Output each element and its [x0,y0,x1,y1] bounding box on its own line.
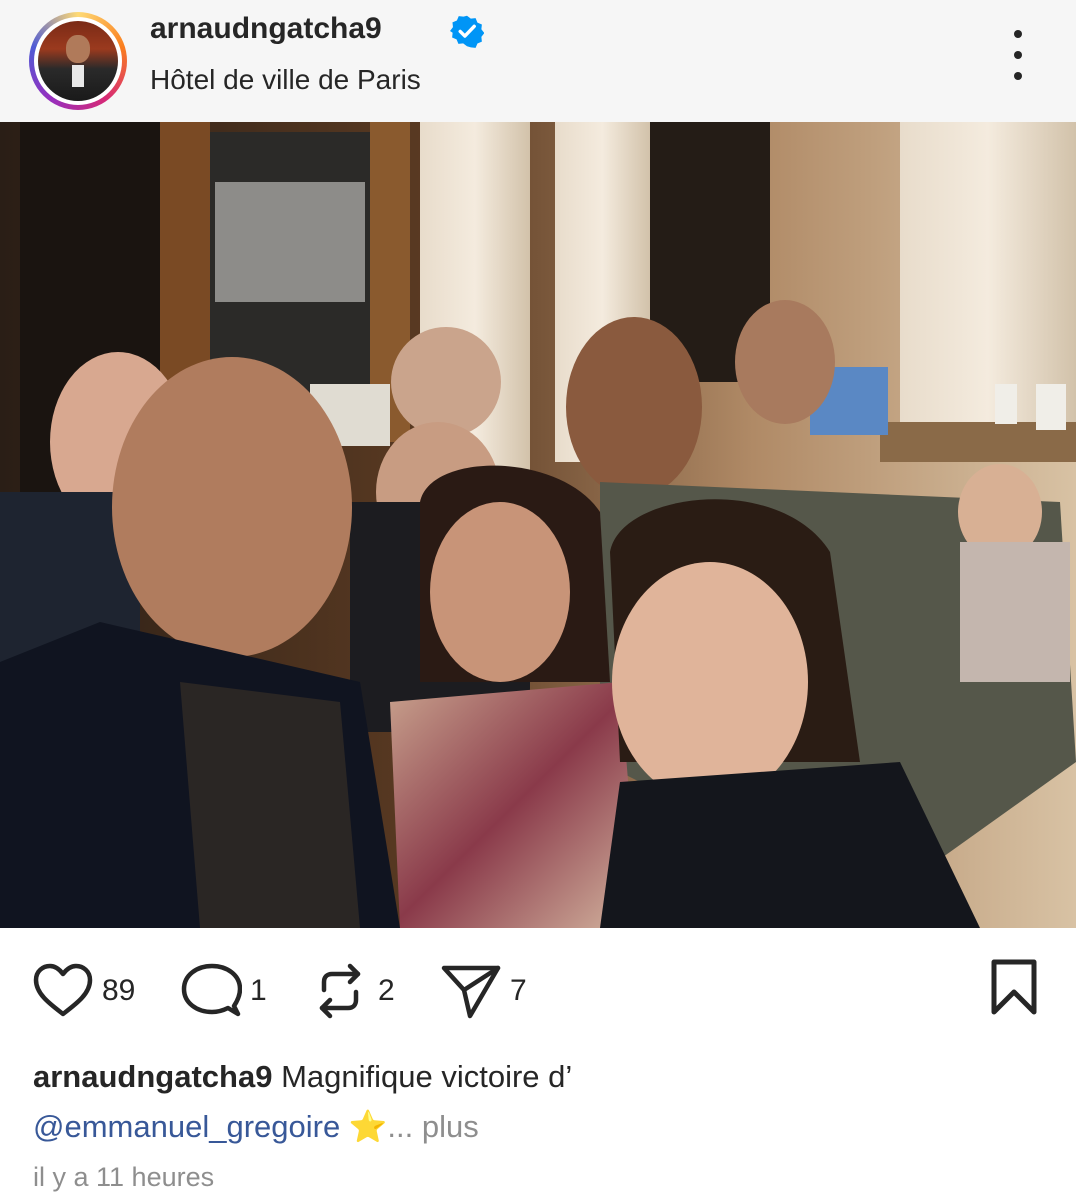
more-dot [1014,30,1022,38]
photo-frame [1036,384,1066,430]
avatar-shirt [72,65,84,87]
verified-badge-icon [450,15,484,48]
caption-mention[interactable]: @emmanuel_gregoire [33,1109,340,1144]
share-action[interactable]: 7 [440,962,527,1020]
more-vertical-icon[interactable] [1000,30,1036,80]
avatar-face [66,35,90,63]
post-location[interactable]: Hôtel de ville de Paris [150,64,421,96]
comment-bubble-icon[interactable] [180,962,242,1020]
comment-action[interactable]: 1 [180,962,267,1020]
bald-man-head [112,357,352,657]
bookmark-icon[interactable] [988,958,1040,1016]
photo-frame [995,384,1017,424]
person-back-right [735,300,835,424]
share-count[interactable]: 7 [510,974,527,1008]
post-header: arnaudngatcha9 Hôtel de ville de Paris [0,0,1076,122]
more-dot [1014,72,1022,80]
like-count[interactable]: 89 [102,974,135,1008]
post-timestamp: il y a 11 heures [33,1162,215,1192]
avatar-frame [34,17,122,105]
caption-text: Magnifique victoire d’ [272,1059,573,1094]
woman-face [430,502,570,682]
post-username[interactable]: arnaudngatcha9 [150,12,382,46]
avatar[interactable] [38,21,118,101]
post-caption: arnaudngatcha9 Magnifique victoire d’ @e… [33,1052,1033,1152]
repost-count[interactable]: 2 [378,974,395,1008]
window-poster [215,182,365,302]
repost-action[interactable]: 2 [310,960,395,1022]
dark-tshirt [180,682,360,928]
woman-face-right [612,562,808,802]
more-button[interactable]: plus [422,1109,479,1144]
seated-woman-clothes [960,542,1070,682]
paper-plane-icon[interactable] [440,962,502,1020]
photo-illustration [0,122,1076,928]
person-standing [566,317,702,497]
like-action[interactable]: 89 [32,962,135,1020]
person-back-center [391,327,501,437]
action-bar: 89 1 2 7 [0,928,1076,1048]
repost-icon[interactable] [310,960,370,1022]
post-photo[interactable] [0,122,1076,928]
more-dot [1014,51,1022,59]
story-ring[interactable] [29,12,127,110]
caption-ellipsis: ... [387,1109,422,1144]
floral-top [390,682,640,928]
star-emoji: ⭐ [340,1109,388,1144]
heart-icon[interactable] [32,962,94,1020]
caption-username[interactable]: arnaudngatcha9 [33,1059,272,1094]
comment-count[interactable]: 1 [250,974,267,1008]
